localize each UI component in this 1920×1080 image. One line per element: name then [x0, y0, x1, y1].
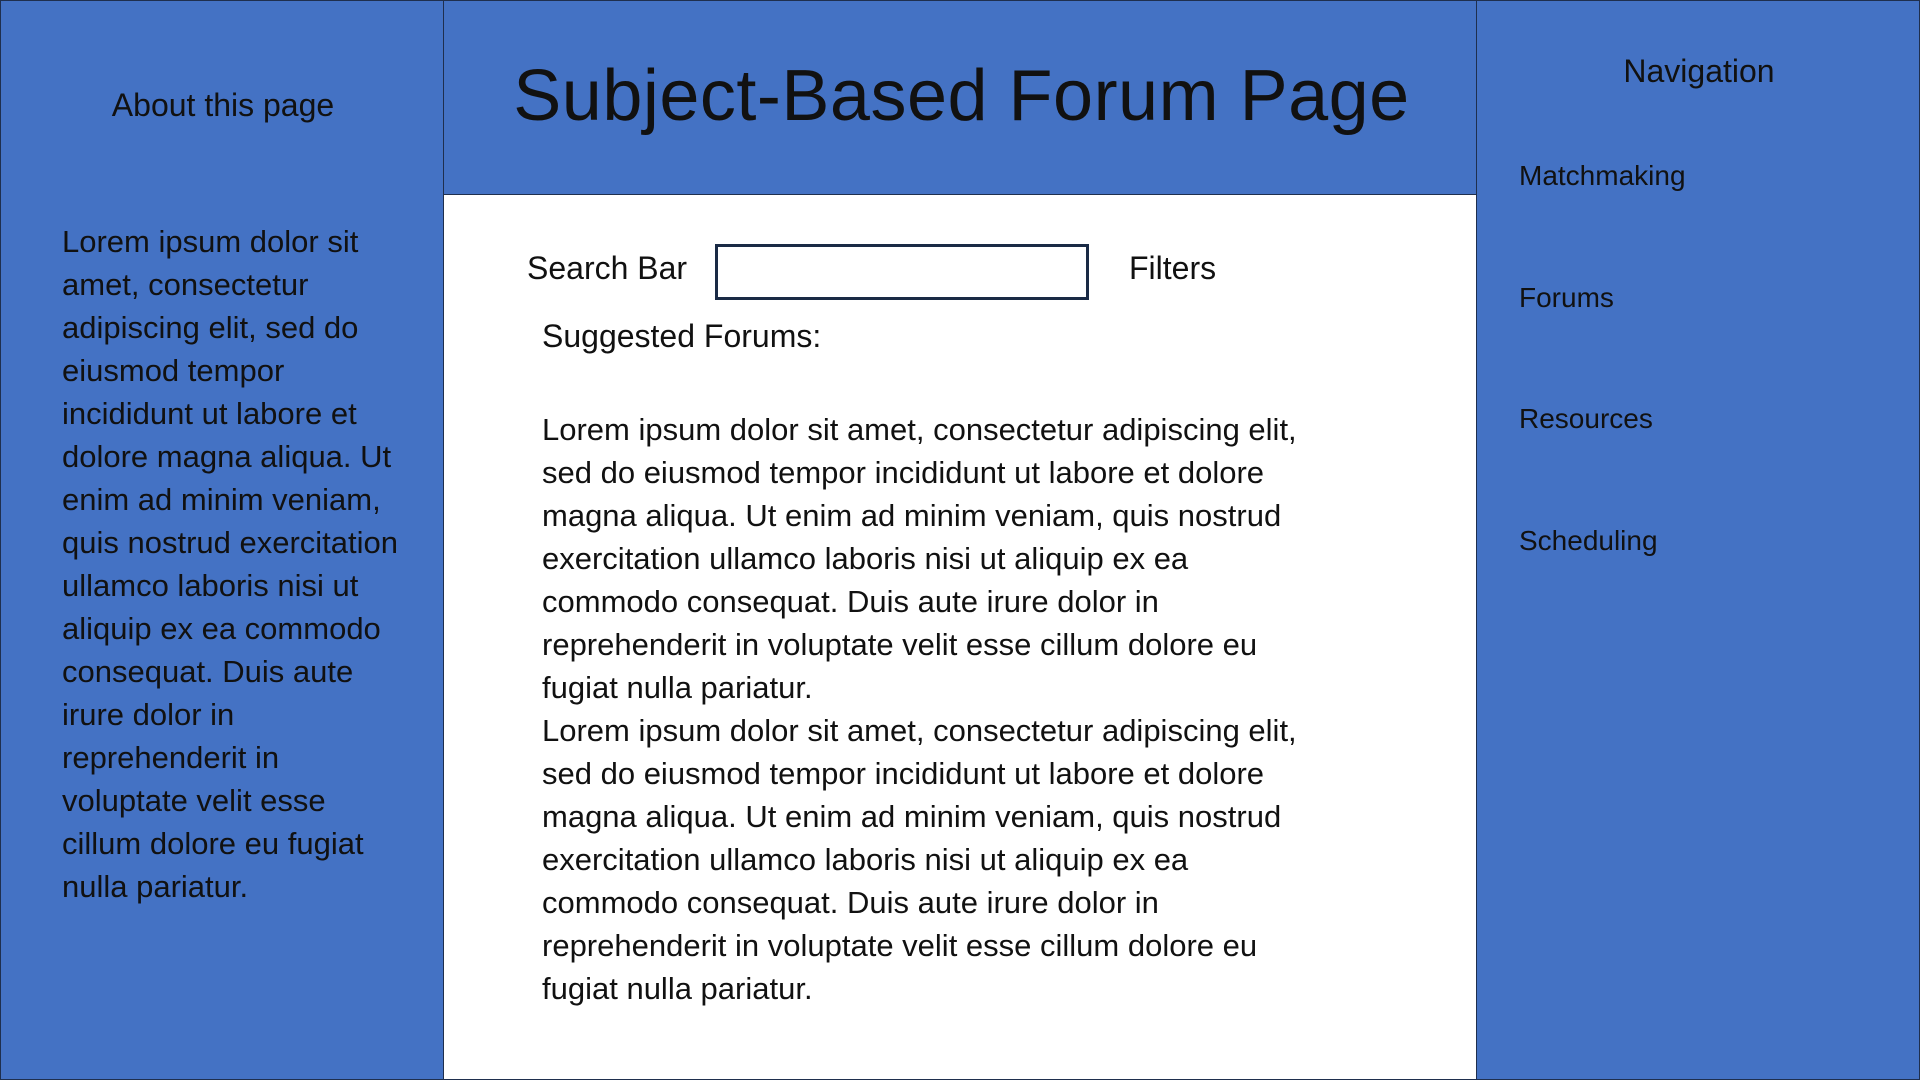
nav-item-forums[interactable]: Forums: [1519, 281, 1614, 315]
filters-button[interactable]: Filters: [1129, 249, 1216, 287]
suggested-forums-list: Lorem ipsum dolor sit amet, consectetur …: [542, 408, 1322, 1010]
suggested-forum-item: Lorem ipsum dolor sit amet, consectetur …: [542, 713, 1297, 1006]
forum-page: About this page Lorem ipsum dolor sit am…: [0, 0, 1920, 1080]
search-label: Search Bar: [527, 250, 688, 286]
nav-item-matchmaking[interactable]: Matchmaking: [1519, 159, 1686, 193]
about-title: About this page: [111, 87, 335, 123]
nav-item-scheduling[interactable]: Scheduling: [1519, 524, 1658, 558]
page-title: Subject-Based Forum Page: [513, 56, 1410, 136]
navigation-panel: Navigation Matchmaking Forums Resources …: [1476, 0, 1920, 1080]
about-description: Lorem ipsum dolor sit amet, consectetur …: [62, 224, 399, 904]
page-header: Subject-Based Forum Page: [443, 0, 1478, 195]
search-input[interactable]: [715, 244, 1089, 300]
suggested-forum-item: Lorem ipsum dolor sit amet, consectetur …: [542, 412, 1297, 705]
nav-item-resources[interactable]: Resources: [1519, 402, 1653, 436]
main-content: Search Bar Filters Suggested Forums: Lor…: [443, 194, 1478, 1080]
navigation-title: Navigation: [1623, 53, 1775, 89]
suggested-forums-heading: Suggested Forums:: [542, 318, 822, 354]
about-panel: About this page Lorem ipsum dolor sit am…: [0, 0, 444, 1080]
